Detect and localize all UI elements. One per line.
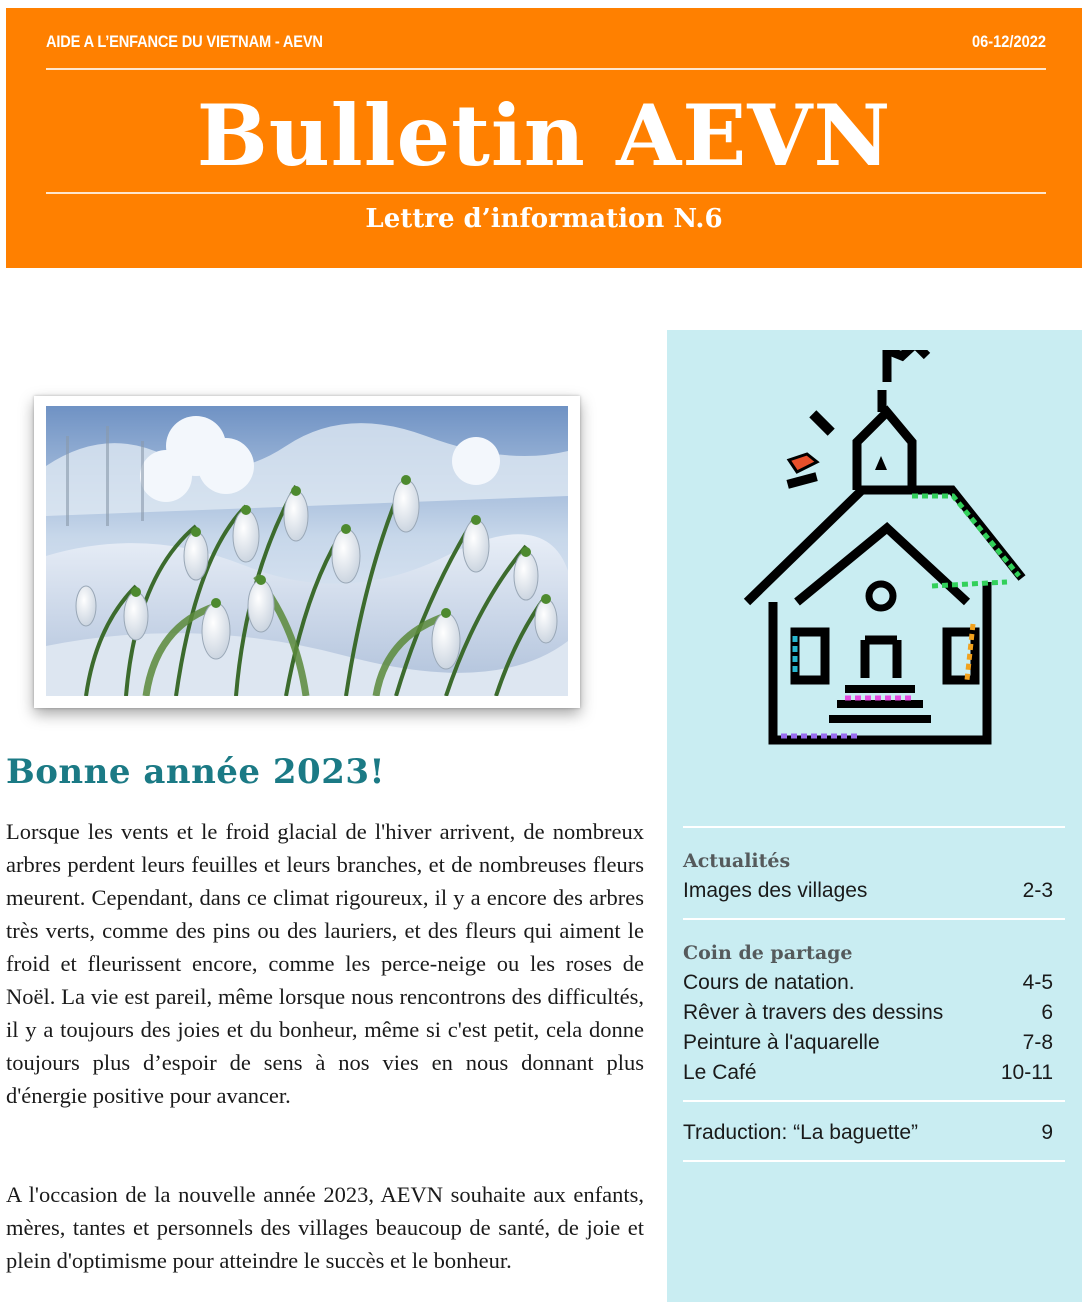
- masthead-rule-top: [46, 68, 1046, 70]
- toc-entry-page: 7-8: [1022, 1031, 1053, 1054]
- toc-entry-page: 4-5: [1022, 971, 1053, 994]
- toc-entry-label: Le Café: [683, 1061, 757, 1084]
- school-house-icon: [743, 350, 1026, 745]
- toc-entry[interactable]: Images des villages 2-3: [683, 876, 1065, 906]
- toc-entry-page: 10-11: [1000, 1061, 1053, 1084]
- bulletin-title: Bulletin AEVN: [196, 86, 892, 185]
- toc-entry-label: Traduction: “La baguette”: [683, 1121, 919, 1144]
- toc-divider: [683, 918, 1065, 920]
- sidebar: Actualités Images des villages 2-3 Coin …: [667, 330, 1082, 1302]
- toc-entry-label: Images des villages: [683, 879, 868, 902]
- toc-entry[interactable]: Cours de natation. 4-5: [683, 968, 1065, 998]
- toc-entry[interactable]: Le Café 10-11: [683, 1058, 1065, 1088]
- toc-section-title: Actualités: [683, 850, 791, 872]
- article-heading: Bonne année 2023!: [6, 752, 385, 792]
- toc-entry-label: Cours de natation.: [683, 971, 855, 994]
- toc-entry[interactable]: Rêver à travers des dessins 6: [683, 998, 1065, 1028]
- snowdrops-photo: [34, 396, 580, 708]
- masthead: AIDE A L’ENFANCE DU VIETNAM - AEVN 06-12…: [6, 8, 1082, 268]
- toc-entry-page: 9: [1041, 1121, 1053, 1144]
- toc-entry[interactable]: Traduction: “La baguette” 9: [683, 1118, 1065, 1148]
- toc-entry-page: 2-3: [1022, 879, 1053, 902]
- issue-date: 06-12/2022: [972, 32, 1046, 51]
- organization-name: AIDE A L’ENFANCE DU VIETNAM - AEVN: [46, 32, 323, 51]
- article-paragraph-1: Lorsque les vents et le froid glacial de…: [6, 819, 644, 1108]
- article-paragraph-2: A l'occasion de la nouvelle année 2023, …: [6, 1182, 644, 1273]
- toc-entry-page: 6: [1041, 1001, 1053, 1024]
- toc-divider: [683, 826, 1065, 828]
- toc-entry[interactable]: Peinture à l'aquarelle 7-8: [683, 1028, 1065, 1058]
- toc-divider: [683, 1160, 1065, 1162]
- table-of-contents: Actualités Images des villages 2-3 Coin …: [683, 826, 1065, 1162]
- toc-section-title: Coin de partage: [683, 942, 853, 964]
- masthead-rule-bottom: [46, 192, 1046, 194]
- toc-divider: [683, 1100, 1065, 1102]
- bulletin-subtitle: Lettre d’information N.6: [365, 204, 723, 234]
- toc-entry-label: Rêver à travers des dessins: [683, 1001, 944, 1024]
- toc-entry-label: Peinture à l'aquarelle: [683, 1031, 880, 1054]
